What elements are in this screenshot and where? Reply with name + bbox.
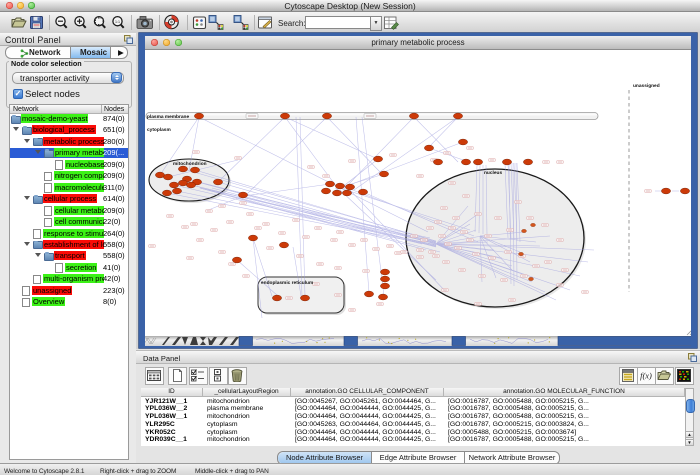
svg-text:1:1: 1:1 bbox=[115, 20, 120, 24]
svg-text:plasma membrane: plasma membrane bbox=[147, 114, 189, 120]
svg-text:unassigned: unassigned bbox=[633, 83, 660, 89]
svg-text:f(x): f(x) bbox=[640, 371, 652, 381]
svg-text:cytoplasm: cytoplasm bbox=[147, 127, 171, 133]
svg-text:nucleus: nucleus bbox=[484, 170, 502, 176]
svg-text:endoplasmic reticulum: endoplasmic reticulum bbox=[261, 280, 313, 286]
svg-text:mitochondrion: mitochondrion bbox=[173, 161, 207, 167]
